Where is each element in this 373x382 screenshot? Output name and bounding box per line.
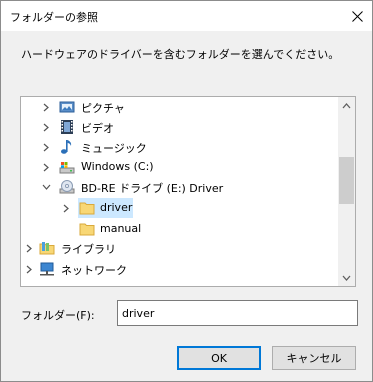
drive-icon <box>59 162 75 174</box>
videos-folder-icon <box>61 120 73 134</box>
folder-browse-dialog: フォルダーの参照 ハードウェアのドライバーを含むフォルダーを選んでください。 ピ… <box>0 0 373 382</box>
ok-button[interactable]: OK <box>177 346 261 370</box>
network-icon <box>40 262 54 276</box>
tree-item-label: ネットワーク <box>61 264 127 277</box>
chevron-up-icon <box>342 102 351 108</box>
tree-item-label: driver <box>100 201 133 214</box>
tree-item-libraries[interactable]: ライブラリ <box>21 238 339 258</box>
tree-item-manual[interactable]: manual <box>21 219 339 239</box>
chevron-down-icon <box>342 275 351 281</box>
cancel-button[interactable]: キャンセル <box>272 346 356 370</box>
tree-item-windows-c[interactable]: Windows (C:) <box>21 157 339 177</box>
pictures-folder-icon <box>59 101 75 113</box>
scroll-thumb[interactable] <box>339 157 354 204</box>
tree-item-music[interactable]: ミュージック <box>21 137 339 157</box>
tree-item-label: ピクチャ <box>81 102 125 115</box>
close-icon <box>351 10 363 22</box>
scroll-up-button[interactable] <box>338 97 355 114</box>
tree-item-bd-re-drive[interactable]: BD-RE ドライブ (E:) Driver <box>21 177 339 197</box>
folder-field-label: フォルダー(F): <box>21 309 95 322</box>
tree-item-label: ビデオ <box>81 122 114 135</box>
vertical-scrollbar[interactable] <box>338 97 355 286</box>
libraries-icon <box>39 242 55 255</box>
tree-item-pictures[interactable]: ピクチャ <box>21 97 339 117</box>
chevron-right-icon[interactable] <box>39 137 53 157</box>
folder-tree[interactable]: ピクチャ ビデオ ミュージック Windows (C:) BD-RE ドライブ … <box>20 96 356 287</box>
chevron-right-icon[interactable] <box>39 97 53 117</box>
folder-icon <box>79 202 95 215</box>
instruction-text: ハードウェアのドライバーを含むフォルダーを選んでください。 <box>21 48 340 61</box>
tree-item-videos[interactable]: ビデオ <box>21 117 339 137</box>
tree-item-label: manual <box>100 222 142 235</box>
tree-item-label: ライブラリ <box>61 243 116 256</box>
dialog-title: フォルダーの参照 <box>10 11 98 24</box>
scroll-down-button[interactable] <box>338 269 355 286</box>
chevron-right-icon[interactable] <box>22 259 36 279</box>
disc-drive-icon <box>59 180 75 194</box>
tree-item-label: ミュージック <box>81 142 147 155</box>
tree-item-network[interactable]: ネットワーク <box>21 259 339 279</box>
chevron-right-icon[interactable] <box>22 238 36 258</box>
tree-item-driver[interactable]: driver <box>21 198 339 218</box>
title-bar: フォルダーの参照 <box>1 1 372 31</box>
music-folder-icon <box>61 140 72 154</box>
tree-item-label: Windows (C:) <box>81 160 154 173</box>
folder-icon <box>79 223 95 236</box>
chevron-right-icon[interactable] <box>39 157 53 177</box>
chevron-down-icon[interactable] <box>39 177 53 197</box>
chevron-right-icon[interactable] <box>59 198 73 218</box>
tree-item-label: BD-RE ドライブ (E:) Driver <box>81 182 224 195</box>
close-button[interactable] <box>342 1 372 31</box>
folder-input[interactable] <box>117 300 358 326</box>
chevron-right-icon[interactable] <box>39 117 53 137</box>
